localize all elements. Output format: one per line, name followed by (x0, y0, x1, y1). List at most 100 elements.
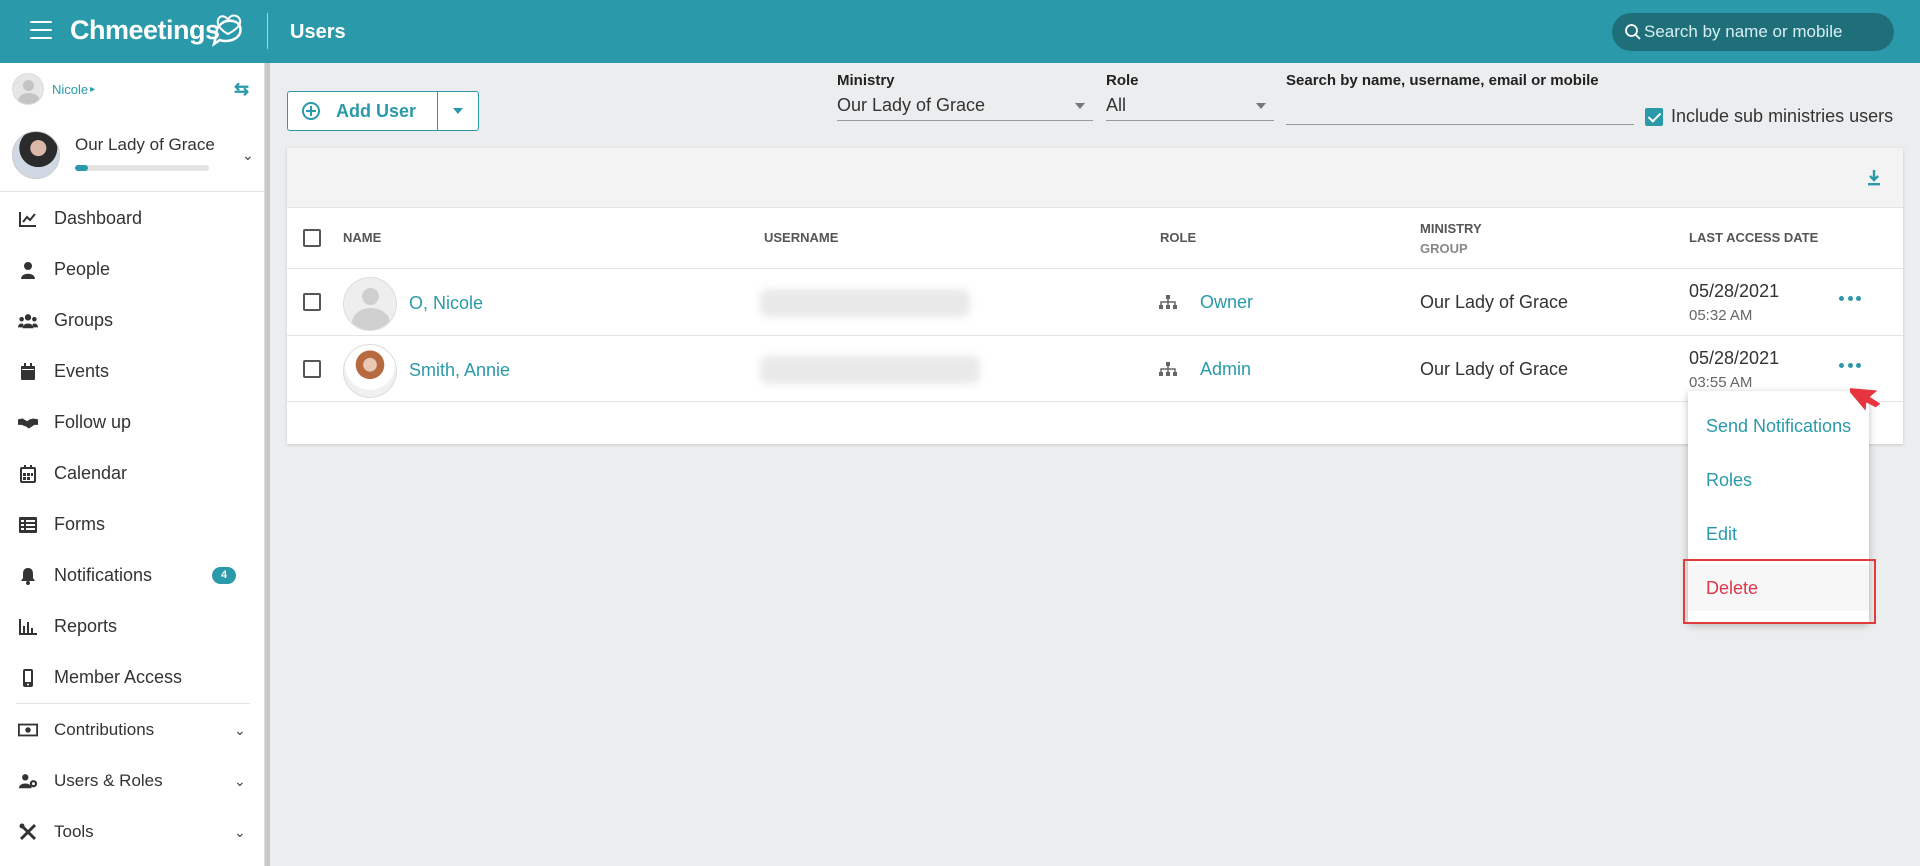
row-checkbox[interactable] (303, 293, 321, 311)
sidebar-item-tools[interactable]: Tools ⌄ (0, 806, 265, 857)
sidebar-item-label: Member Access (54, 667, 183, 687)
menu-item-roles[interactable]: Roles (1688, 457, 1869, 503)
org-avatar (12, 131, 60, 179)
org-switcher[interactable]: Our Lady of Grace ⌄ (12, 131, 257, 181)
last-access-time: 05:32 AM (1689, 307, 1753, 324)
add-user-dropdown-button[interactable] (438, 92, 478, 130)
plus-circle-icon (302, 102, 320, 120)
ministry-cell: Our Lady of Grace (1420, 292, 1569, 312)
sidebar-item-reports[interactable]: Reports (0, 601, 265, 652)
username-blurred (760, 289, 970, 317)
brand-logo-icon (212, 14, 242, 47)
current-user[interactable]: Nicole ▸ (12, 73, 95, 105)
last-access-date: 05/28/2021 (1689, 281, 1780, 301)
ministry-cell: Our Lady of Grace (1420, 359, 1569, 379)
sidebar-item-groups[interactable]: Groups (0, 295, 265, 346)
ministry-filter-label: Ministry (837, 72, 895, 89)
sidebar-item-notifications[interactable]: Notifications 4 (0, 550, 265, 601)
user-name-link[interactable]: Smith, Annie (409, 360, 510, 381)
sidebar-item-member-access[interactable]: Member Access (0, 652, 265, 703)
delete-highlight-box (1683, 559, 1876, 624)
column-header-role[interactable]: ROLE (1160, 230, 1196, 245)
bell-icon (18, 566, 38, 586)
select-all-checkbox[interactable] (303, 229, 321, 247)
table-row: Smith, Annie Admin Our Lady of Grace 05/… (287, 336, 1903, 402)
sidebar-scrollbar[interactable] (265, 63, 270, 866)
include-sub-ministries-checkbox[interactable]: Include sub ministries users (1645, 106, 1893, 127)
sidebar-item-calendar[interactable]: Calendar (0, 448, 265, 499)
sidebar-item-label: Notifications (54, 565, 153, 585)
row-checkbox[interactable] (303, 360, 321, 378)
chevron-down-icon[interactable]: ⌄ (234, 824, 246, 841)
role-link[interactable]: Admin (1200, 359, 1251, 380)
chevron-down-icon[interactable]: ⌄ (234, 722, 246, 739)
caret-right-icon: ▸ (90, 83, 96, 95)
sidebar-item-users-roles[interactable]: Users & Roles ⌄ (0, 755, 265, 806)
sidebar-item-follow-up[interactable]: Follow up (0, 397, 265, 448)
more-actions-icon[interactable] (1839, 291, 1861, 305)
user-name-link[interactable]: O, Nicole (409, 293, 483, 314)
sidebar-item-label: Contributions (54, 719, 155, 739)
sidebar-item-forms[interactable]: Forms (0, 499, 265, 550)
column-header-group: GROUP (1420, 241, 1468, 256)
user-name[interactable]: Nicole (52, 82, 88, 97)
sidebar-item-label: People (54, 259, 111, 279)
column-header-name[interactable]: NAME (343, 230, 381, 245)
caret-down-icon (1075, 103, 1085, 109)
org-name: Our Lady of Grace (75, 135, 215, 154)
download-icon[interactable] (1867, 170, 1881, 186)
sidebar-item-label: Groups (54, 310, 114, 330)
chart-line-icon (18, 209, 38, 229)
global-search-input[interactable] (1644, 13, 1884, 51)
caret-down-icon (453, 108, 463, 114)
user-avatar (12, 73, 44, 105)
avatar[interactable] (343, 344, 397, 398)
sidebar-item-label: Events (54, 361, 110, 381)
add-user-button[interactable]: Add User (288, 92, 438, 130)
sidebar-item-label: Users & Roles (54, 770, 163, 790)
checkbox-checked-icon[interactable] (1645, 107, 1663, 126)
column-header-ministry[interactable]: MINISTRY (1420, 221, 1482, 236)
sidebar-item-people[interactable]: People (0, 244, 265, 295)
ministry-select-value: Our Lady of Grace (837, 95, 986, 115)
sidebar: Nicole ▸ ⇆ Our Lady of Grace ⌄ Dashboard… (0, 63, 265, 866)
last-access-date: 05/28/2021 (1689, 348, 1780, 368)
column-header-last-access[interactable]: LAST ACCESS DATE (1689, 230, 1818, 245)
include-sub-ministries-label: Include sub ministries users (1671, 106, 1894, 126)
mobile-icon (18, 668, 38, 688)
money-icon (18, 720, 38, 740)
users-table: NAME USERNAME ROLE MINISTRY GROUP LAST A… (287, 148, 1903, 444)
sidebar-nav: Dashboard People Groups Events Follow up… (0, 193, 265, 857)
calendar-icon (18, 362, 38, 382)
switch-icon[interactable]: ⇆ (234, 79, 249, 100)
brand-name[interactable]: Chmeetings (70, 15, 220, 46)
sidebar-item-dashboard[interactable]: Dashboard (0, 193, 265, 244)
menu-item-edit[interactable]: Edit (1688, 511, 1869, 557)
role-select[interactable]: All (1106, 95, 1274, 121)
sitemap-icon (1159, 295, 1177, 309)
user-search-input[interactable] (1286, 95, 1634, 125)
more-actions-icon[interactable] (1839, 358, 1861, 372)
bar-chart-icon (18, 617, 38, 637)
cursor-arrow-icon (1850, 387, 1880, 411)
notifications-badge: 4 (212, 567, 236, 584)
users-icon (18, 311, 38, 331)
sidebar-item-label: Reports (54, 616, 118, 636)
role-link[interactable]: Owner (1200, 292, 1253, 313)
chevron-down-icon[interactable]: ⌄ (234, 773, 246, 790)
ministry-select[interactable]: Our Lady of Grace (837, 95, 1093, 121)
avatar[interactable] (343, 277, 397, 331)
global-search[interactable] (1612, 13, 1894, 51)
sidebar-item-label: Calendar (54, 463, 128, 483)
list-icon (18, 515, 38, 535)
column-header-username[interactable]: USERNAME (764, 230, 838, 245)
menu-icon[interactable] (30, 21, 52, 39)
sidebar-item-events[interactable]: Events (0, 346, 265, 397)
menu-item-send-notifications[interactable]: Send Notifications (1688, 403, 1869, 449)
chevron-down-icon[interactable]: ⌄ (242, 147, 254, 164)
table-row: O, Nicole Owner Our Lady of Grace 05/28/… (287, 269, 1903, 335)
calendar-grid-icon (18, 464, 38, 484)
topbar-divider (267, 13, 268, 49)
sidebar-item-label: Tools (54, 821, 94, 841)
sidebar-item-contributions[interactable]: Contributions ⌄ (0, 704, 265, 755)
